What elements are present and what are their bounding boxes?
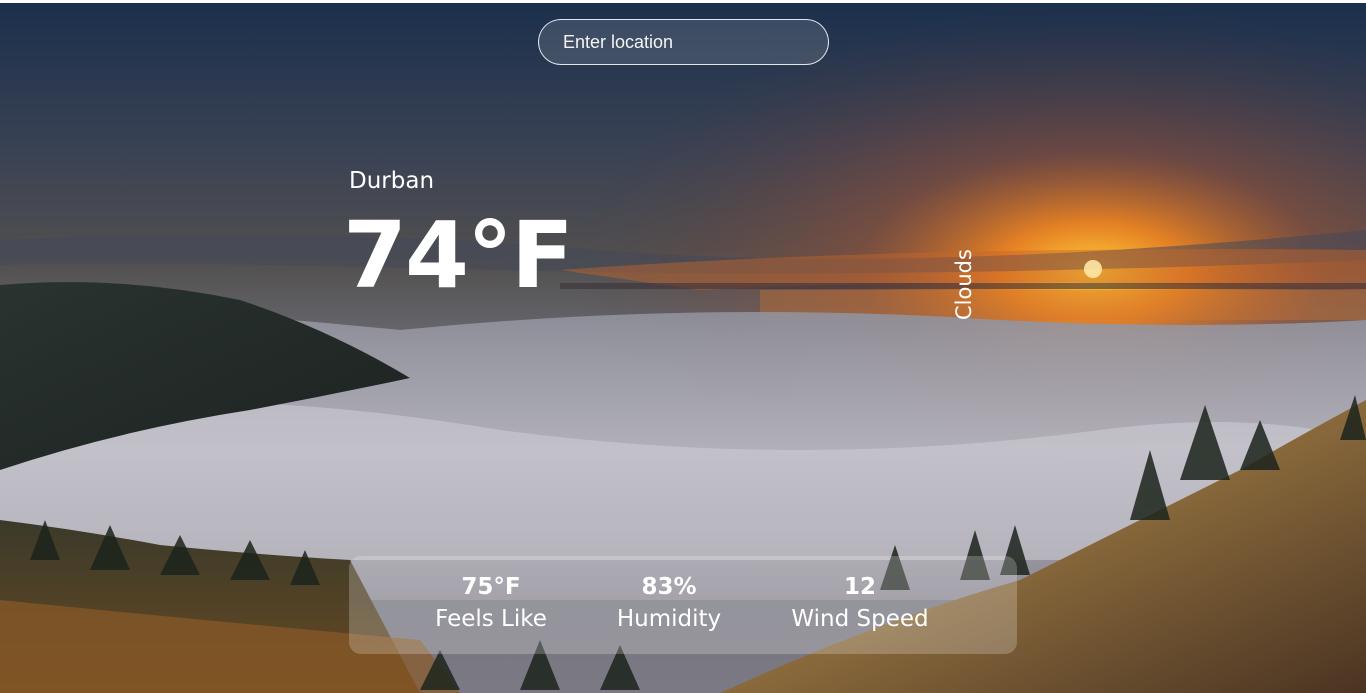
feels-like-stat: 75°F Feels Like	[435, 570, 547, 634]
humidity-stat: 83% Humidity	[617, 570, 721, 634]
weather-details-panel: 75°F Feels Like 83% Humidity 12 Wind Spe…	[349, 556, 1017, 654]
location-search-input[interactable]	[538, 19, 829, 65]
humidity-label: Humidity	[616, 606, 722, 632]
location-name: Durban	[349, 168, 435, 194]
search-bar	[538, 19, 829, 65]
wind-speed-label: Wind Speed	[791, 606, 929, 632]
feels-like-label: Feels Like	[435, 606, 547, 632]
humidity-value: 83%	[641, 574, 697, 600]
weather-condition: Clouds	[952, 249, 976, 320]
feels-like-value: 75°F	[461, 574, 521, 600]
wind-speed-stat: 12 Wind Speed	[791, 570, 928, 634]
wind-speed-value: 12	[843, 574, 876, 600]
weather-app: Durban 74°F Clouds 75°F Feels Like 83% H…	[0, 0, 1366, 693]
current-temperature: 74°F	[343, 202, 574, 309]
